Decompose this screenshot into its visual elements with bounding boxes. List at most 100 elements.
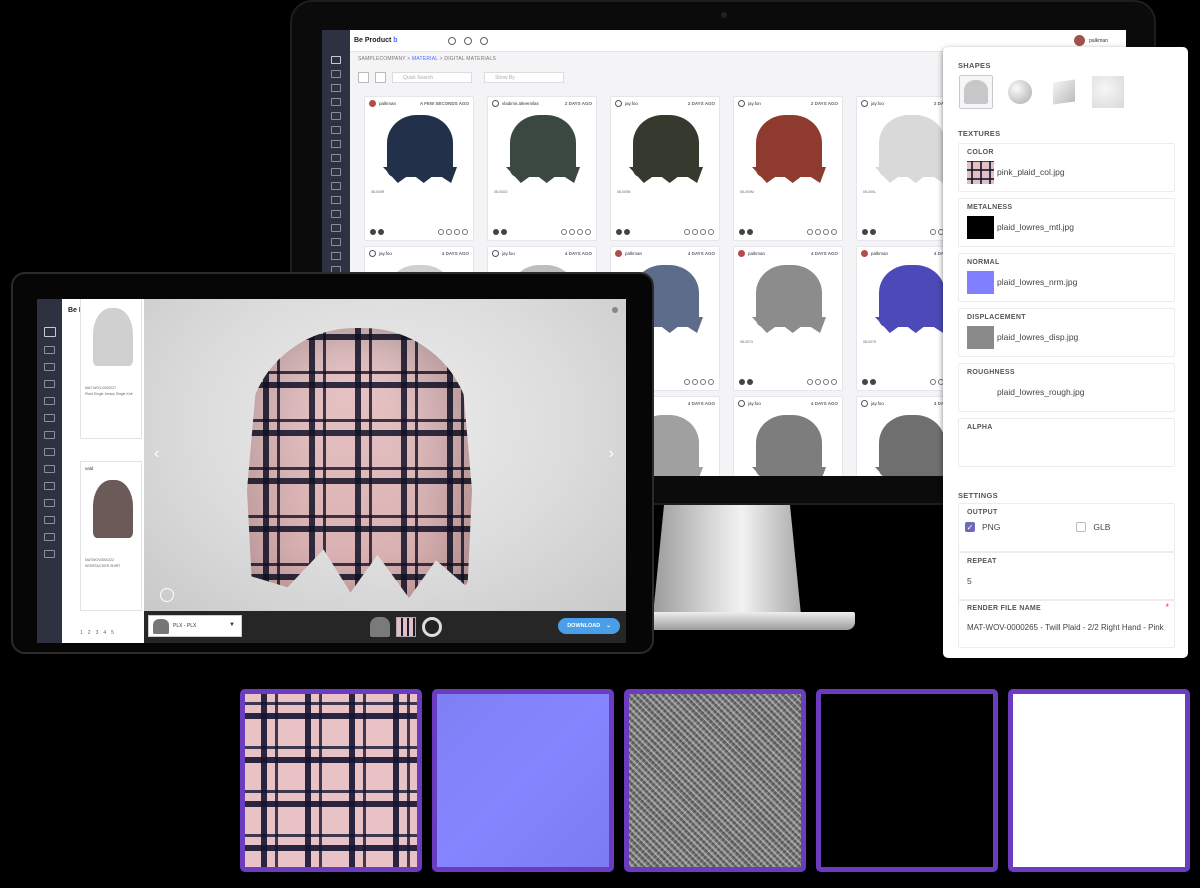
bell-icon[interactable] — [463, 36, 472, 45]
send-icon[interactable] — [447, 36, 456, 45]
folder-icon[interactable] — [331, 224, 341, 232]
comment-icon[interactable] — [815, 379, 821, 385]
view-icon[interactable] — [807, 379, 813, 385]
texture-slot-metalness[interactable]: METALNESS plaid_lowres_mtl.jpg — [958, 198, 1175, 247]
folder-icon[interactable] — [44, 414, 55, 422]
model-select[interactable]: PLX - PLX ▼ — [148, 615, 242, 637]
trash-icon[interactable] — [44, 550, 55, 558]
comment-icon[interactable] — [692, 229, 698, 235]
material-card[interactable]: palkman 4 DAYS AGO 08-0074 — [733, 246, 843, 391]
back-icon[interactable] — [331, 56, 341, 64]
app-logo[interactable]: Be Product b — [354, 37, 398, 44]
folder-icon[interactable] — [331, 154, 341, 162]
repeat-input[interactable]: 5 — [967, 576, 972, 586]
search-input[interactable]: Quick Search — [392, 72, 472, 83]
page-link[interactable]: 5 — [111, 630, 114, 636]
view-icon[interactable] — [807, 229, 813, 235]
drape-thumbnail[interactable] — [370, 617, 390, 637]
folder-icon[interactable] — [44, 397, 55, 405]
link-icon[interactable] — [700, 229, 706, 235]
breadcrumb-item[interactable]: SAMPLECOMPANY — [358, 56, 406, 62]
comment-icon[interactable] — [446, 229, 452, 235]
user-menu[interactable]: palkman — [1074, 35, 1108, 46]
folder-icon[interactable] — [44, 482, 55, 490]
download-button[interactable]: DOWNLOAD ⌄ — [558, 618, 620, 634]
page-link[interactable]: 3 — [96, 630, 99, 636]
folder-icon[interactable] — [44, 431, 55, 439]
view-icon[interactable] — [684, 379, 690, 385]
link-icon[interactable] — [577, 229, 583, 235]
chevron-left-icon[interactable]: ‹ — [154, 445, 159, 463]
view-icon[interactable] — [930, 379, 936, 385]
back-icon[interactable] — [43, 327, 56, 337]
folder-icon[interactable] — [331, 252, 341, 260]
more-icon[interactable] — [585, 229, 591, 235]
shape-drape[interactable] — [959, 75, 993, 109]
render-file-input[interactable]: MAT-WOV-0000265 - Twill Plaid - 2/2 Righ… — [967, 623, 1169, 632]
texture-slot-alpha[interactable]: ALPHA — [958, 418, 1175, 467]
view-icon[interactable] — [561, 229, 567, 235]
camera-icon[interactable] — [160, 588, 174, 602]
page-link[interactable]: 4 — [103, 630, 106, 636]
view-icon[interactable] — [438, 229, 444, 235]
list-item[interactable]: vald MATWOV0000222 SEERSUCKER SHIRT — [80, 461, 142, 611]
folder-icon[interactable] — [331, 126, 341, 134]
link-icon[interactable] — [700, 379, 706, 385]
more-icon[interactable] — [462, 229, 468, 235]
material-card[interactable]: jay.foo 4 DAYS AGO — [733, 396, 843, 476]
folder-icon[interactable] — [44, 363, 55, 371]
view-icon[interactable] — [684, 229, 690, 235]
shape-sphere[interactable] — [1003, 75, 1037, 109]
link-icon[interactable] — [454, 229, 460, 235]
more-icon[interactable] — [708, 379, 714, 385]
more-icon[interactable] — [708, 229, 714, 235]
page-link[interactable]: 1 — [80, 630, 83, 636]
folder-icon[interactable] — [331, 168, 341, 176]
plaid-thumbnail[interactable] — [396, 617, 416, 637]
texture-slot-roughness[interactable]: ROUGHNESS plaid_lowres_rough.jpg — [958, 363, 1175, 412]
link-icon[interactable] — [823, 379, 829, 385]
material-card[interactable]: vladimir.alteemilas 2 DAYS AGO 08-000O — [487, 96, 597, 241]
texture-slot-color[interactable]: COLOR pink_plaid_col.jpg — [958, 143, 1175, 192]
breadcrumb-item[interactable]: MATERIAL — [412, 56, 438, 62]
grid-view-icon[interactable] — [358, 72, 369, 83]
shape-cube[interactable] — [1047, 75, 1081, 109]
glb-checkbox[interactable] — [1076, 522, 1087, 532]
folder-icon[interactable] — [331, 84, 341, 92]
heart-icon[interactable] — [44, 533, 55, 541]
folder-icon[interactable] — [44, 465, 55, 473]
chevron-right-icon[interactable]: › — [609, 445, 614, 463]
shape-plane[interactable] — [1091, 75, 1125, 109]
folder-icon[interactable] — [331, 196, 341, 204]
folder-icon[interactable] — [44, 346, 55, 354]
png-checkbox[interactable]: ✓ — [965, 522, 975, 532]
folder-icon[interactable] — [331, 112, 341, 120]
cloud-icon[interactable] — [479, 36, 488, 45]
page-link[interactable]: 2 — [88, 630, 91, 636]
3d-viewer[interactable]: ‹ › — [144, 299, 626, 611]
folder-icon[interactable] — [44, 380, 55, 388]
material-card[interactable]: palkman A FEW SECONDS AGO 08-000R — [364, 96, 474, 241]
view-icon[interactable] — [930, 229, 936, 235]
sphere-thumbnail[interactable] — [422, 617, 442, 637]
material-card[interactable]: jay.foo 2 DAYS AGO 08-000N — [610, 96, 720, 241]
material-card[interactable]: jay.fon 2 DAYS AGO 08-000M — [733, 96, 843, 241]
folder-icon[interactable] — [331, 70, 341, 78]
folder-icon[interactable] — [331, 238, 341, 246]
more-icon[interactable] — [831, 379, 837, 385]
filter-select[interactable]: Show By — [484, 72, 564, 83]
folder-icon[interactable] — [331, 98, 341, 106]
folder-icon[interactable] — [331, 182, 341, 190]
folder-icon[interactable] — [331, 140, 341, 148]
link-icon[interactable] — [823, 229, 829, 235]
texture-slot-normal[interactable]: NORMAL plaid_lowres_nrm.jpg — [958, 253, 1175, 302]
comment-icon[interactable] — [692, 379, 698, 385]
folder-icon[interactable] — [44, 448, 55, 456]
list-item[interactable]: MAT-WOV-0000227 Plaid Single Jersey Sing… — [80, 299, 142, 439]
list-view-icon[interactable] — [375, 72, 386, 83]
comment-icon[interactable] — [815, 229, 821, 235]
texture-slot-displacement[interactable]: DISPLACEMENT plaid_lowres_disp.jpg — [958, 308, 1175, 357]
folder-icon[interactable] — [44, 516, 55, 524]
close-icon[interactable] — [612, 307, 618, 313]
folder-icon[interactable] — [44, 499, 55, 507]
